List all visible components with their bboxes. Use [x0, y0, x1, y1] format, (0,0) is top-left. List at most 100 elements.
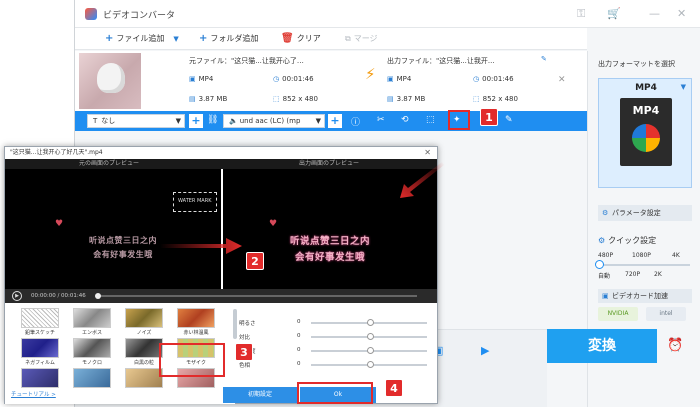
source-file-name: 元ファイル："这只猫...让我开心了…: [189, 57, 304, 65]
brightness-slider[interactable]: 明るさ 0: [239, 319, 435, 331]
quality-2k[interactable]: 2K: [654, 271, 662, 278]
edit-subtitle-icon[interactable]: ✎: [505, 115, 513, 125]
output-resolution: ⬚ 852 x 480: [473, 95, 518, 103]
quality-slider-handle[interactable]: [595, 260, 604, 269]
filter-noise[interactable]: ノイズ: [125, 308, 163, 336]
reset-button[interactable]: 初期設定: [223, 387, 297, 403]
key-icon[interactable]: ⚿: [577, 7, 585, 21]
nvidia-badge: NVIDIA: [598, 307, 638, 321]
convert-button[interactable]: 変換: [547, 329, 657, 363]
resolution-icon: ⬚: [473, 95, 480, 103]
callout-badge-3: 3: [235, 343, 253, 361]
gpu-acceleration-button[interactable]: ▣ ビデオカード加速: [598, 289, 692, 303]
add-subtitle-button[interactable]: +: [189, 114, 203, 128]
audio-select[interactable]: 🔈 und aac (LC) (mp ▼: [223, 114, 325, 128]
app-title: ビデオコンバータ: [103, 11, 176, 21]
quality-1080p[interactable]: 1080P: [632, 252, 651, 259]
minimize-icon[interactable]: —: [649, 7, 660, 20]
crop-icon[interactable]: ⬚: [426, 115, 435, 125]
play-button[interactable]: ▶: [12, 291, 22, 301]
edit-name-icon[interactable]: ✎: [541, 55, 547, 63]
quality-slider-track[interactable]: [598, 264, 690, 266]
callout-arrow-1-to-2: [400, 162, 444, 198]
add-file-button[interactable]: + ファイル追加 ▼: [105, 33, 179, 44]
output-format-card[interactable]: MP4 ▼ MP4: [598, 78, 692, 188]
alarm-clock-icon[interactable]: ⏰: [667, 338, 683, 353]
slider-handle: [367, 347, 374, 354]
filter-bw-grain[interactable]: 白黒の粒: [125, 338, 163, 366]
add-folder-button[interactable]: + フォルダ追加: [199, 33, 258, 44]
chevron-down-icon: ▼: [175, 117, 181, 125]
title-bar: ビデオコンバータ ⚿ 🛒 — ✕: [75, 0, 700, 28]
hue-slider[interactable]: 色相 0: [239, 361, 435, 373]
text-icon: T: [93, 117, 98, 125]
cut-icon[interactable]: ✂: [377, 115, 385, 125]
merge-icon: ⧉: [345, 33, 351, 43]
filter-negative[interactable]: ネガフィルム: [21, 338, 59, 366]
output-size: ▤ 3.87 MB: [387, 95, 426, 103]
callout-badge-4: 4: [385, 379, 403, 397]
slider-handle: [367, 333, 374, 340]
format-name: MP4: [635, 83, 657, 93]
saturation-slider[interactable]: 飽和度0: [239, 347, 435, 359]
dropdown-caret-icon[interactable]: ▼: [173, 35, 178, 43]
output-folder-icon[interactable]: ▶: [481, 344, 489, 357]
convert-bolt-icon: ⚡: [365, 65, 376, 83]
contrast-slider[interactable]: 対比 0: [239, 333, 435, 345]
callout-highlight-4: [297, 382, 373, 404]
quality-480p[interactable]: 480P: [598, 252, 613, 259]
preview-header: 元の画面のプレビュー 出力画面のプレビュー: [5, 159, 437, 169]
source-duration: ◷ 00:01:46: [273, 75, 314, 83]
merge-button[interactable]: ⧉ マージ: [345, 33, 378, 44]
close-icon[interactable]: ✕: [424, 147, 431, 159]
file-row[interactable]: 元ファイル："这只猫...让我开心了… ▣ MP4 ◷ 00:01:46 ▤ 3.87…: [75, 51, 587, 111]
remove-file-icon[interactable]: ✕: [558, 75, 566, 85]
format-icon: ▣: [387, 75, 394, 83]
callout-arrow-2: [160, 238, 242, 254]
rotate-icon[interactable]: ⟲: [401, 115, 409, 125]
original-preview: WATER MARK ♥ 听说点赞三日之内 会有好事发生哦: [5, 169, 221, 289]
quality-720p[interactable]: 720P: [625, 271, 640, 278]
subtitle-select[interactable]: T なし ▼: [87, 114, 185, 128]
filter-scrollbar[interactable]: [233, 309, 237, 339]
dialog-title: "这只猫...让我开心了好几天".mp4: [5, 147, 437, 159]
filter-emboss[interactable]: エンボス: [73, 308, 111, 336]
seek-handle[interactable]: [95, 293, 101, 299]
link-icon[interactable]: ⛓: [207, 115, 218, 125]
filter-monochrome[interactable]: モノクロ: [73, 338, 111, 366]
chevron-down-icon[interactable]: ▼: [681, 83, 686, 91]
quality-auto[interactable]: 自動: [598, 271, 610, 280]
cart-icon[interactable]: 🛒: [607, 7, 621, 20]
callout-badge-1: 1: [480, 108, 498, 126]
output-format-label: 出力フォーマットを選択: [598, 60, 675, 68]
format-icon: ▣: [189, 75, 196, 83]
filter-extra-2[interactable]: [73, 368, 111, 388]
callout-badge-2: 2: [246, 252, 264, 270]
seek-bar[interactable]: [97, 295, 417, 297]
plus-icon: +: [199, 33, 208, 44]
tutorial-link[interactable]: チュートリアル >: [11, 390, 56, 398]
filter-red-forest[interactable]: 赤い林温風: [177, 308, 215, 336]
clear-button[interactable]: 🗑 クリア: [281, 33, 321, 44]
slider-handle: [367, 319, 374, 326]
close-icon[interactable]: ✕: [677, 7, 686, 20]
toolbar: + ファイル追加 ▼ + フォルダ追加 🗑 クリア ⧉ マージ: [75, 28, 587, 50]
parameter-settings-button[interactable]: ⚙ パラメータ設定: [598, 205, 692, 221]
file-size-icon: ▤: [189, 95, 196, 103]
add-audio-button[interactable]: +: [328, 114, 342, 128]
watermark-box[interactable]: WATER MARK: [173, 192, 217, 212]
slider-handle: [367, 361, 374, 368]
original-preview-label: 元の画面のプレビュー: [79, 160, 140, 167]
trash-icon: 🗑: [281, 33, 294, 44]
info-icon[interactable]: ⓘ: [351, 115, 360, 128]
heart-icon: ♥: [55, 219, 64, 229]
quality-4k[interactable]: 4K: [672, 252, 680, 259]
filter-pencil-sketch[interactable]: 鉛筆スケッチ: [21, 308, 59, 336]
source-size: ▤ 3.87 MB: [189, 95, 228, 103]
filter-extra-3[interactable]: [125, 368, 163, 388]
filter-extra-1[interactable]: [21, 368, 59, 388]
playback-time: 00:00:00 / 00:01:46: [31, 293, 86, 299]
resolution-icon: ⬚: [273, 95, 280, 103]
plus-icon: +: [105, 33, 114, 44]
video-thumbnail[interactable]: [79, 53, 141, 109]
